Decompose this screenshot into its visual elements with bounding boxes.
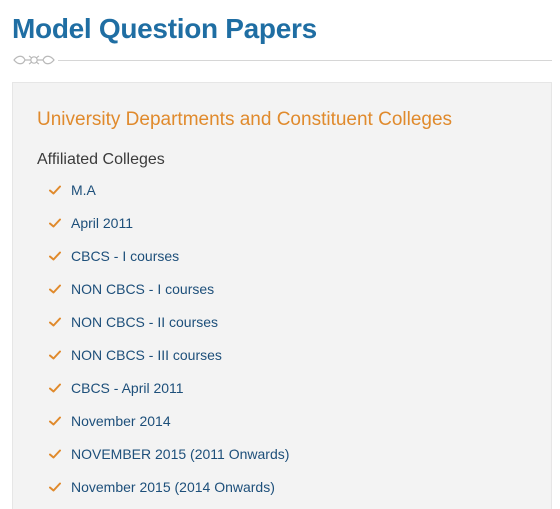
check-icon [49,251,61,261]
check-icon [49,218,61,228]
paper-link-non-cbcs-i[interactable]: NON CBCS - I courses [71,281,214,297]
papers-panel: University Departments and Constituent C… [12,82,552,509]
list-item: NON CBCS - I courses [49,278,289,311]
check-icon [49,185,61,195]
title-divider [12,52,552,68]
list-item: November 2014 [49,410,289,443]
check-icon [49,317,61,327]
list-item: NOVEMBER 2015 (2011 Onwards) [49,443,289,476]
list-item: NON CBCS - III courses [49,344,289,377]
list-item: CBCS - I courses [49,245,289,278]
divider-line [58,60,552,61]
section-heading: University Departments and Constituent C… [37,109,453,130]
paper-link-cbcs-april-2011[interactable]: CBCS - April 2011 [71,380,184,396]
paper-link-november-2014[interactable]: November 2014 [71,413,171,429]
check-icon [49,482,61,492]
paper-link-april-2011[interactable]: April 2011 [71,215,133,231]
paper-link-non-cbcs-iii[interactable]: NON CBCS - III courses [71,347,222,363]
list-item: November 2015 (2014 Onwards) [49,476,289,509]
paper-link-november-2015-2014-onwards[interactable]: November 2015 (2014 Onwards) [71,479,275,495]
paper-link-ma[interactable]: M.A [71,182,96,198]
check-icon [49,284,61,294]
check-icon [49,416,61,426]
check-icon [49,449,61,459]
paper-link-november-2015-2011-onwards[interactable]: NOVEMBER 2015 (2011 Onwards) [71,446,289,462]
affiliated-colleges-heading: Affiliated Colleges [37,151,165,168]
check-icon [49,350,61,360]
papers-list: M.A April 2011 CBCS - I courses NON CBCS… [49,179,289,509]
page: Model Question Papers University Departm… [0,0,560,509]
paper-link-non-cbcs-ii[interactable]: NON CBCS - II courses [71,314,218,330]
list-item: April 2011 [49,212,289,245]
list-item: NON CBCS - II courses [49,311,289,344]
ornament-icon [13,55,55,65]
check-icon [49,383,61,393]
list-item: M.A [49,179,289,212]
paper-link-cbcs-i[interactable]: CBCS - I courses [71,248,179,264]
list-item: CBCS - April 2011 [49,377,289,410]
page-title: Model Question Papers [12,13,317,44]
